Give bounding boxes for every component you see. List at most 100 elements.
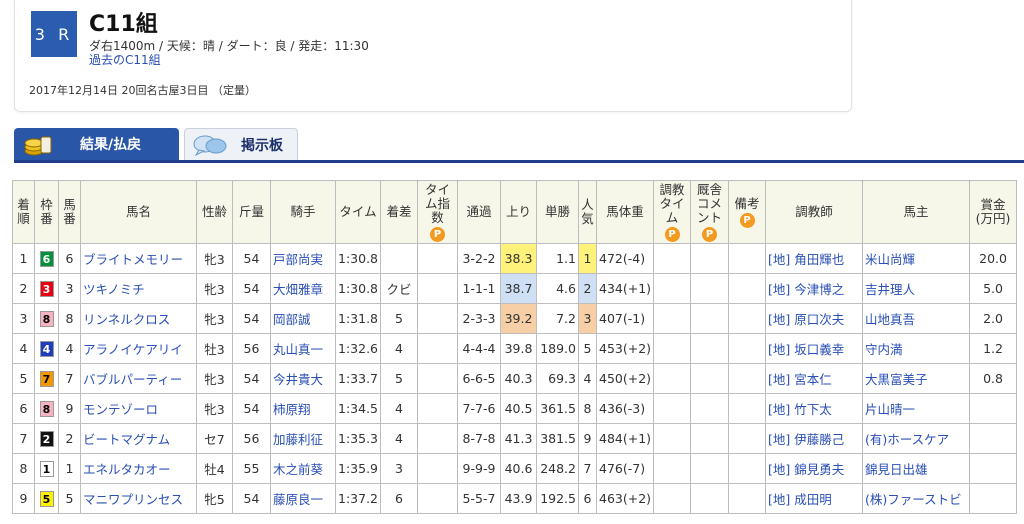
jockey-link[interactable]: 戸部尚実: [273, 252, 323, 267]
jockey-link[interactable]: 藤原良一: [273, 492, 323, 507]
owner-link[interactable]: 米山尚輝: [865, 252, 915, 267]
trainer-link[interactable]: [地] 宮本仁: [768, 372, 832, 387]
horse-weight-cell: 434(+1): [595, 273, 655, 304]
jockey-cell: 藤原良一: [270, 483, 336, 514]
popularity-cell: 1: [578, 243, 597, 274]
horse-number-cell: 8: [58, 303, 81, 334]
time-index-cell: [417, 333, 458, 364]
horse-name-link[interactable]: エネルタカオー: [83, 462, 171, 477]
odds-cell: 381.5: [536, 423, 579, 454]
waku-cell: 8: [34, 393, 59, 424]
trainer-link[interactable]: [地] 今津博之: [768, 282, 844, 297]
owner-link[interactable]: 吉井理人: [865, 282, 915, 297]
margin-cell: 6: [380, 483, 418, 514]
popularity-cell: 3: [578, 303, 597, 334]
remarks-cell: [728, 363, 767, 394]
premium-p-icon[interactable]: P: [664, 226, 680, 242]
owner-link[interactable]: 片山晴一: [865, 402, 915, 417]
horse-weight-cell: 453(+2): [595, 333, 655, 364]
horse-number-cell: 9: [58, 393, 81, 424]
sex-age-cell: 牝3: [196, 363, 233, 394]
sex-age-cell: 牝3: [196, 303, 233, 334]
owner-link[interactable]: (株)ファーストビ: [865, 492, 962, 507]
horse-name-link[interactable]: アラノイケアリイ: [83, 342, 183, 357]
passing-cell: 9-9-9: [457, 453, 501, 484]
col-waku: 枠番: [34, 180, 59, 244]
jockey-cell: 戸部尚実: [270, 243, 336, 274]
owner-link[interactable]: 山地真吾: [865, 312, 915, 327]
jockey-cell: 丸山真一: [270, 333, 336, 364]
popularity-cell: 7: [578, 453, 597, 484]
stable-comment-cell: [690, 423, 730, 454]
horse-name-cell: エネルタカオー: [80, 453, 197, 484]
remarks-cell: [728, 303, 767, 334]
horse-name-link[interactable]: ツキノミチ: [83, 282, 145, 297]
tab-bulletin-board[interactable]: 掲示板: [184, 128, 298, 160]
jockey-link[interactable]: 大畑雅章: [273, 282, 323, 297]
prize-cell: [969, 453, 1018, 484]
prize-cell: [969, 423, 1018, 454]
waku-badge: 8: [39, 400, 54, 417]
remarks-cell: [728, 393, 767, 424]
owner-link[interactable]: 守内満: [865, 342, 903, 357]
stable-comment-cell: [690, 363, 730, 394]
horse-name-link[interactable]: バブルパーティー: [83, 372, 182, 387]
jockey-link[interactable]: 丸山真一: [273, 342, 323, 357]
prize-cell: 5.0: [969, 273, 1018, 304]
trainer-link[interactable]: [地] 坂口義幸: [768, 342, 844, 357]
trainer-cell: [地] 竹下太: [765, 393, 864, 424]
horse-name-link[interactable]: ブライトメモリー: [83, 252, 183, 267]
owner-cell: (有)ホースケア: [862, 423, 971, 454]
time-cell: 1:30.8: [335, 243, 381, 274]
trainer-cell: [地] 角田輝也: [765, 243, 864, 274]
jockey-link[interactable]: 今井貴大: [273, 372, 323, 387]
trainer-link[interactable]: [地] 竹下太: [768, 402, 832, 417]
owner-cell: 米山尚輝: [862, 243, 971, 274]
margin-cell: [380, 243, 418, 274]
owner-link[interactable]: 錦見日出雄: [865, 462, 928, 477]
owner-cell: 守内満: [862, 333, 971, 364]
waku-badge: 8: [39, 310, 54, 327]
owner-link[interactable]: 大黒富美子: [865, 372, 928, 387]
sex-age-cell: 牡4: [196, 453, 233, 484]
jockey-link[interactable]: 加藤利征: [273, 432, 323, 447]
tab-results-payout[interactable]: 結果/払戻: [14, 128, 179, 160]
table-row: 8 1 1 エネルタカオー 牡4 55 木之前葵 1:35.9 3 9-9-9 40.6 248.2 7…: [12, 453, 1018, 484]
jockey-cell: 大畑雅章: [270, 273, 336, 304]
training-time-cell: [653, 483, 692, 514]
tab-bar: 結果/払戻 掲示板: [14, 128, 1024, 164]
trainer-link[interactable]: [地] 伊藤勝己: [768, 432, 844, 447]
horse-name-link[interactable]: マニワプリンセス: [83, 492, 183, 507]
jockey-link[interactable]: 柿原翔: [273, 402, 311, 417]
odds-cell: 189.0: [536, 333, 579, 364]
horse-number-cell: 3: [58, 273, 81, 304]
trainer-link[interactable]: [地] 成田明: [768, 492, 832, 507]
remarks-cell: [728, 453, 767, 484]
trainer-link[interactable]: [地] 角田輝也: [768, 252, 844, 267]
horse-name-link[interactable]: モンテゾーロ: [83, 402, 158, 417]
waku-cell: 5: [34, 483, 59, 514]
jockey-link[interactable]: 木之前葵: [273, 462, 323, 477]
training-time-cell: [653, 303, 692, 334]
horse-name-link[interactable]: リンネルクロス: [83, 312, 170, 327]
owner-link[interactable]: (有)ホースケア: [865, 432, 949, 447]
trainer-link[interactable]: [地] 錦見勇夫: [768, 462, 844, 477]
jockey-link[interactable]: 岡部誠: [273, 312, 311, 327]
rank-cell: 5: [12, 363, 35, 394]
horse-name-cell: ツキノミチ: [80, 273, 197, 304]
passing-cell: 5-5-7: [457, 483, 501, 514]
margin-cell: 5: [380, 363, 418, 394]
premium-p-icon[interactable]: P: [702, 226, 718, 242]
trainer-link[interactable]: [地] 原口次夫: [768, 312, 844, 327]
horse-name-link[interactable]: ビートマグナム: [83, 432, 170, 447]
passing-cell: 3-2-2: [457, 243, 501, 274]
results-body: 1 6 6 ブライトメモリー 牝3 54 戸部尚実 1:30.8 3-2-2 38.3 1.1 1 47…: [12, 243, 1018, 514]
odds-cell: 1.1: [536, 243, 579, 274]
margin-cell: クビ: [380, 273, 418, 304]
time-cell: 1:30.8: [335, 273, 381, 304]
last3f-cell: 39.2: [500, 303, 537, 334]
past-races-link[interactable]: 過去のC11組: [89, 51, 161, 68]
time-index-cell: [417, 483, 458, 514]
premium-p-icon[interactable]: P: [739, 212, 755, 228]
premium-p-icon[interactable]: P: [430, 226, 445, 242]
